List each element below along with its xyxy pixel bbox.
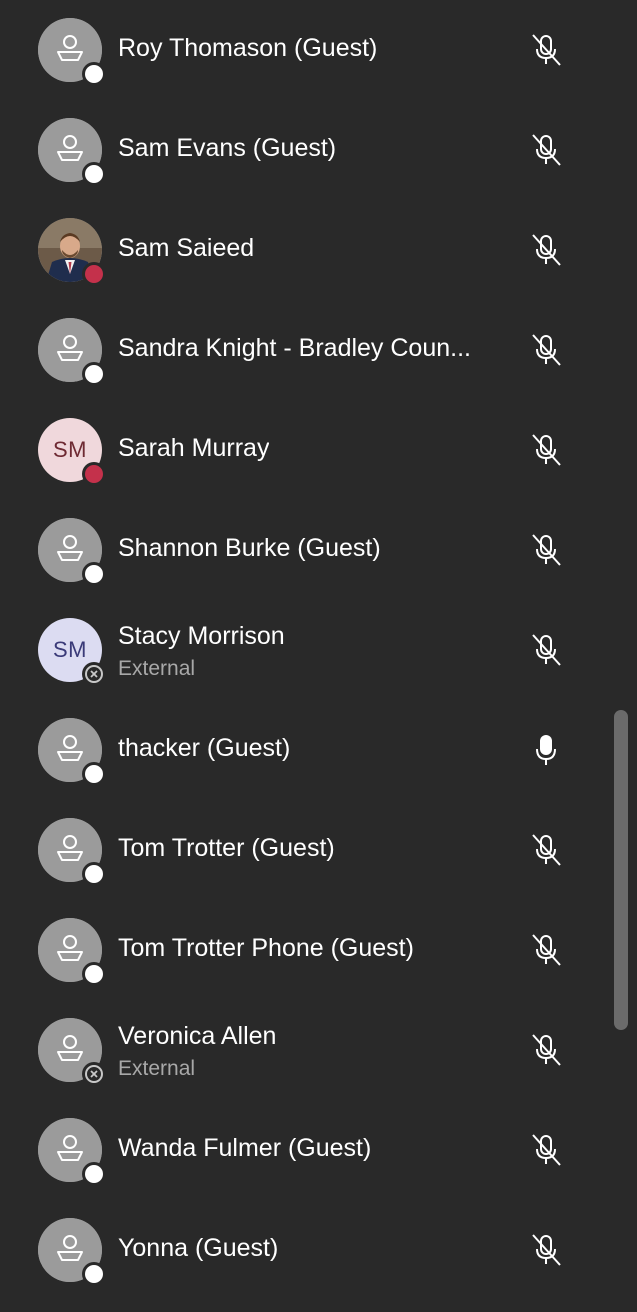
- participant-row-sam-saieed[interactable]: Sam Saieed: [0, 200, 600, 300]
- participant-name: Tom Trotter (Guest): [118, 834, 335, 862]
- mic-off-icon[interactable]: [527, 631, 565, 669]
- participant-row-yonna[interactable]: Yonna (Guest): [0, 1200, 600, 1300]
- mic-off-icon[interactable]: [527, 1131, 565, 1169]
- presence-busy-icon: [82, 262, 106, 286]
- participant-row-roy-thomason[interactable]: Roy Thomason (Guest): [0, 0, 600, 100]
- participant-subtitle: External: [118, 1057, 196, 1080]
- presence-available-icon: [82, 762, 106, 786]
- avatar: [38, 518, 106, 586]
- avatar: [38, 1018, 106, 1086]
- participant-row-tom-trotter-phone[interactable]: Tom Trotter Phone (Guest): [0, 900, 600, 1000]
- avatar: [38, 718, 106, 786]
- participant-row-tom-trotter[interactable]: Tom Trotter (Guest): [0, 800, 600, 900]
- mic-off-icon[interactable]: [527, 431, 565, 469]
- participant-row-sandra-knight[interactable]: Sandra Knight - Bradley Coun...: [0, 300, 600, 400]
- avatar: [38, 1118, 106, 1186]
- participant-name: Wanda Fulmer (Guest): [118, 1134, 372, 1162]
- presence-available-icon: [82, 62, 106, 86]
- participant-row-thacker[interactable]: thacker (Guest): [0, 700, 600, 800]
- mic-off-icon[interactable]: [527, 1031, 565, 1069]
- participant-row-veronica-allen[interactable]: Veronica Allen External: [0, 1000, 600, 1100]
- participant-name: thacker (Guest): [118, 734, 291, 762]
- participant-row-sam-evans[interactable]: Sam Evans (Guest): [0, 100, 600, 200]
- participant-name: Sam Evans (Guest): [118, 134, 337, 162]
- mic-off-icon[interactable]: [527, 931, 565, 969]
- presence-available-icon: [82, 1262, 106, 1286]
- mic-off-icon[interactable]: [527, 31, 565, 69]
- scrollbar-thumb[interactable]: [614, 710, 628, 1030]
- mic-off-icon[interactable]: [527, 331, 565, 369]
- presence-busy-icon: [82, 462, 106, 486]
- participant-subtitle: External: [118, 657, 196, 680]
- participant-name: Shannon Burke (Guest): [118, 534, 381, 562]
- mic-off-icon[interactable]: [527, 531, 565, 569]
- presence-external-icon: [82, 662, 106, 686]
- participant-name: Sandra Knight - Bradley Coun...: [118, 334, 471, 362]
- participant-name: Roy Thomason (Guest): [118, 34, 378, 62]
- participant-row-shannon-burke[interactable]: Shannon Burke (Guest): [0, 500, 600, 600]
- participant-name: Sarah Murray: [118, 434, 270, 462]
- participant-name: Stacy Morrison: [118, 622, 285, 650]
- avatar: SM: [38, 418, 106, 486]
- mic-off-icon[interactable]: [527, 1231, 565, 1269]
- avatar: [38, 18, 106, 86]
- presence-available-icon: [82, 162, 106, 186]
- presence-available-icon: [82, 1162, 106, 1186]
- presence-available-icon: [82, 362, 106, 386]
- avatar: SM: [38, 618, 106, 686]
- avatar: [38, 1218, 106, 1286]
- mic-off-icon[interactable]: [527, 131, 565, 169]
- participant-name: Veronica Allen: [118, 1022, 277, 1050]
- avatar: [38, 218, 106, 286]
- mic-off-icon[interactable]: [527, 231, 565, 269]
- mic-on-icon[interactable]: [527, 731, 565, 769]
- participant-name: Tom Trotter Phone (Guest): [118, 934, 414, 962]
- participant-row-wanda-fulmer[interactable]: Wanda Fulmer (Guest): [0, 1100, 600, 1200]
- avatar: [38, 918, 106, 986]
- avatar: [38, 818, 106, 886]
- participant-row-sarah-murray[interactable]: SM Sarah Murray: [0, 400, 600, 500]
- presence-external-icon: [82, 1062, 106, 1086]
- avatar: [38, 318, 106, 386]
- participants-panel: Roy Thomason (Guest) Sam Evans (Guest) S…: [0, 0, 637, 1312]
- mic-off-icon[interactable]: [527, 831, 565, 869]
- avatar: [38, 118, 106, 186]
- participant-row-stacy-morrison[interactable]: SM Stacy Morrison External: [0, 600, 600, 700]
- participant-name: Sam Saieed: [118, 234, 255, 262]
- presence-available-icon: [82, 562, 106, 586]
- presence-available-icon: [82, 862, 106, 886]
- presence-available-icon: [82, 962, 106, 986]
- participant-name: Yonna (Guest): [118, 1234, 279, 1262]
